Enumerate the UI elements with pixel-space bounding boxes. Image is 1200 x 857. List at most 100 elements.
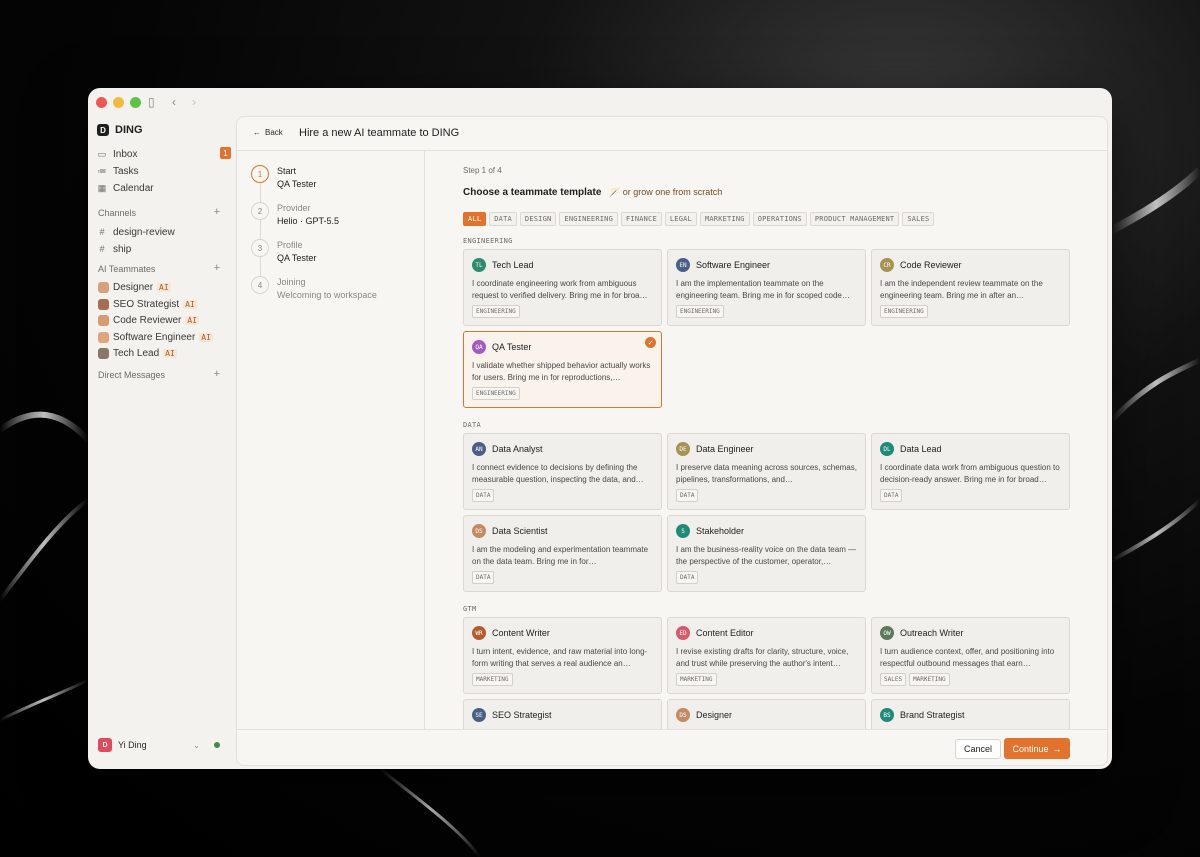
sidebar-item-channel[interactable]: # ship — [97, 242, 227, 256]
back-arrow-icon[interactable]: ‹ — [172, 95, 176, 109]
card-tags: ENGINEERING — [676, 305, 724, 318]
avatar: OW — [880, 626, 894, 640]
card-tags: DATA — [472, 489, 495, 502]
ai-teammates-title-text: AI Teammates — [98, 264, 156, 274]
template-card-designer[interactable]: DS Designer — [667, 699, 866, 729]
filter-chip-engineering[interactable]: ENGINEERING — [559, 212, 618, 226]
forward-arrow-icon[interactable]: › — [192, 95, 196, 109]
avatar: DL — [880, 442, 894, 456]
ai-teammates-section-title: AI Teammates + — [98, 262, 220, 276]
card-title: Brand Strategist — [900, 710, 965, 720]
filter-chip-product-management[interactable]: PRODUCT MANAGEMENT — [809, 212, 900, 226]
add-teammate-plus-icon[interactable]: + — [214, 262, 220, 274]
step-title: Joining — [277, 277, 306, 287]
group-label: GTM — [463, 605, 477, 613]
arrow-left-icon: ← — [253, 128, 261, 137]
step-subtitle: QA Tester — [277, 179, 317, 189]
add-channel-plus-icon[interactable]: + — [214, 206, 220, 218]
step-number: 2 — [251, 202, 269, 220]
sidebar-toggle-icon[interactable]: ▯ — [148, 95, 155, 109]
filter-chip-design[interactable]: DESIGN — [519, 212, 557, 226]
sidebar-item-label: Calendar — [113, 182, 154, 194]
template-card-tech-lead[interactable]: TL Tech Lead I coordinate engineering wo… — [463, 249, 662, 326]
teammate-name: Software Engineer — [113, 332, 196, 343]
avatar: WR — [472, 626, 486, 640]
template-card-code-reviewer[interactable]: CR Code Reviewer I am the independent re… — [871, 249, 1070, 326]
minimize-window-button[interactable] — [113, 97, 124, 108]
filter-chip-marketing[interactable]: MARKETING — [699, 212, 750, 226]
tasks-icon: ≔ — [97, 165, 107, 176]
filter-chip-finance[interactable]: FINANCE — [620, 212, 662, 226]
channel-name: design-review — [113, 226, 175, 238]
continue-button[interactable]: Continue → — [1004, 738, 1070, 759]
template-card-brand-strategist[interactable]: BS Brand Strategist — [871, 699, 1070, 729]
template-card-outreach-writer[interactable]: OW Outreach Writer I turn audience conte… — [871, 617, 1070, 694]
sidebar-item-teammate[interactable]: Designer AI — [98, 281, 171, 294]
user-name: Yi Ding — [118, 740, 147, 750]
template-card-data-analyst[interactable]: AN Data Analyst I connect evidence to de… — [463, 433, 662, 510]
card-description: I preserve data meaning across sources, … — [676, 463, 857, 484]
group-label: ENGINEERING — [463, 237, 513, 245]
card-tags: ENGINEERING — [880, 305, 928, 318]
direct-messages-title-text: Direct Messages — [98, 370, 166, 380]
sidebar: D DING ▭ Inbox 1 ≔ Tasks ▦ Calendar Chan… — [88, 116, 236, 769]
avatar: CR — [880, 258, 894, 272]
template-card-data-lead[interactable]: DL Data Lead I coordinate data work from… — [871, 433, 1070, 510]
step-number: 4 — [251, 276, 269, 294]
sidebar-item-teammate[interactable]: SEO Strategist AI — [98, 298, 197, 311]
template-card-data-scientist[interactable]: DS Data Scientist I am the modeling and … — [463, 515, 662, 592]
sidebar-item-inbox[interactable]: ▭ Inbox 1 — [97, 147, 231, 161]
category-tag: ENGINEERING — [880, 305, 928, 318]
template-card-data-engineer[interactable]: DE Data Engineer I preserve data meaning… — [667, 433, 866, 510]
chevron-down-icon[interactable]: ⌄ — [193, 741, 200, 750]
card-title: Outreach Writer — [900, 628, 964, 638]
sidebar-item-channel[interactable]: # design-review — [97, 225, 227, 239]
back-button[interactable]: ← Back — [253, 128, 283, 137]
card-description: I revise existing drafts for clarity, st… — [676, 647, 849, 668]
add-dm-plus-icon[interactable]: + — [214, 368, 220, 380]
filter-chip-sales[interactable]: SALES — [902, 212, 935, 226]
step-indicator: Step 1 of 4 — [463, 166, 502, 175]
card-description: I am the independent review teammate on … — [880, 279, 1043, 300]
card-tags: DATA — [880, 489, 903, 502]
sidebar-item-calendar[interactable]: ▦ Calendar — [97, 181, 227, 195]
maximize-window-button[interactable] — [130, 97, 141, 108]
step-subtitle: Helio · GPT-5.5 — [277, 216, 340, 226]
current-user[interactable]: D Yi Ding ⌄ — [98, 738, 220, 752]
avatar: DS — [472, 524, 486, 538]
teammate-name: Tech Lead — [113, 348, 160, 359]
filter-chip-legal[interactable]: LEGAL — [664, 212, 697, 226]
filter-chip-all[interactable]: ALL — [463, 212, 487, 226]
sidebar-item-tasks[interactable]: ≔ Tasks — [97, 164, 227, 178]
grow-from-scratch-link[interactable]: 🪄 or grow one from scratch — [609, 187, 722, 198]
cancel-button[interactable]: Cancel — [955, 739, 1002, 759]
arrow-right-icon: → — [1052, 743, 1062, 754]
card-title: Content Editor — [696, 628, 754, 638]
card-title: Content Writer — [492, 628, 550, 638]
hash-icon: # — [99, 227, 105, 237]
template-card-software-engineer[interactable]: EN Software Engineer I am the implementa… — [667, 249, 866, 326]
template-card-stakeholder[interactable]: S Stakeholder I am the business-reality … — [667, 515, 866, 592]
template-card-content-writer[interactable]: WR Content Writer I turn intent, evidenc… — [463, 617, 662, 694]
card-tags: ENGINEERING — [472, 305, 520, 318]
step-title: Profile — [277, 240, 303, 250]
template-card-seo-strategist[interactable]: SE SEO Strategist — [463, 699, 662, 729]
card-title: Stakeholder — [696, 526, 745, 536]
step-subtitle: Welcoming to workspace — [277, 290, 377, 300]
template-card-content-editor[interactable]: ED Content Editor I revise existing draf… — [667, 617, 866, 694]
sidebar-item-teammate[interactable]: Code Reviewer AI — [98, 314, 200, 327]
ai-badge: AI — [185, 316, 200, 325]
filter-chip-operations[interactable]: OPERATIONS — [752, 212, 807, 226]
channels-section-title: Channels + — [98, 206, 220, 220]
sidebar-item-teammate[interactable]: Tech Lead AI — [98, 347, 177, 360]
page-title: Hire a new AI teammate to DING — [299, 127, 460, 139]
filter-chip-data[interactable]: DATA — [489, 212, 517, 226]
card-tags: MARKETING — [472, 673, 513, 686]
category-tag: MARKETING — [472, 673, 513, 686]
close-window-button[interactable] — [96, 97, 107, 108]
workspace-brand[interactable]: D DING — [97, 124, 143, 136]
avatar: AN — [472, 442, 486, 456]
ai-badge: AI — [157, 283, 171, 292]
sidebar-item-teammate[interactable]: Software Engineer AI — [98, 331, 213, 344]
template-card-qa-tester[interactable]: QA QA Tester I validate whether shipped … — [463, 331, 662, 408]
